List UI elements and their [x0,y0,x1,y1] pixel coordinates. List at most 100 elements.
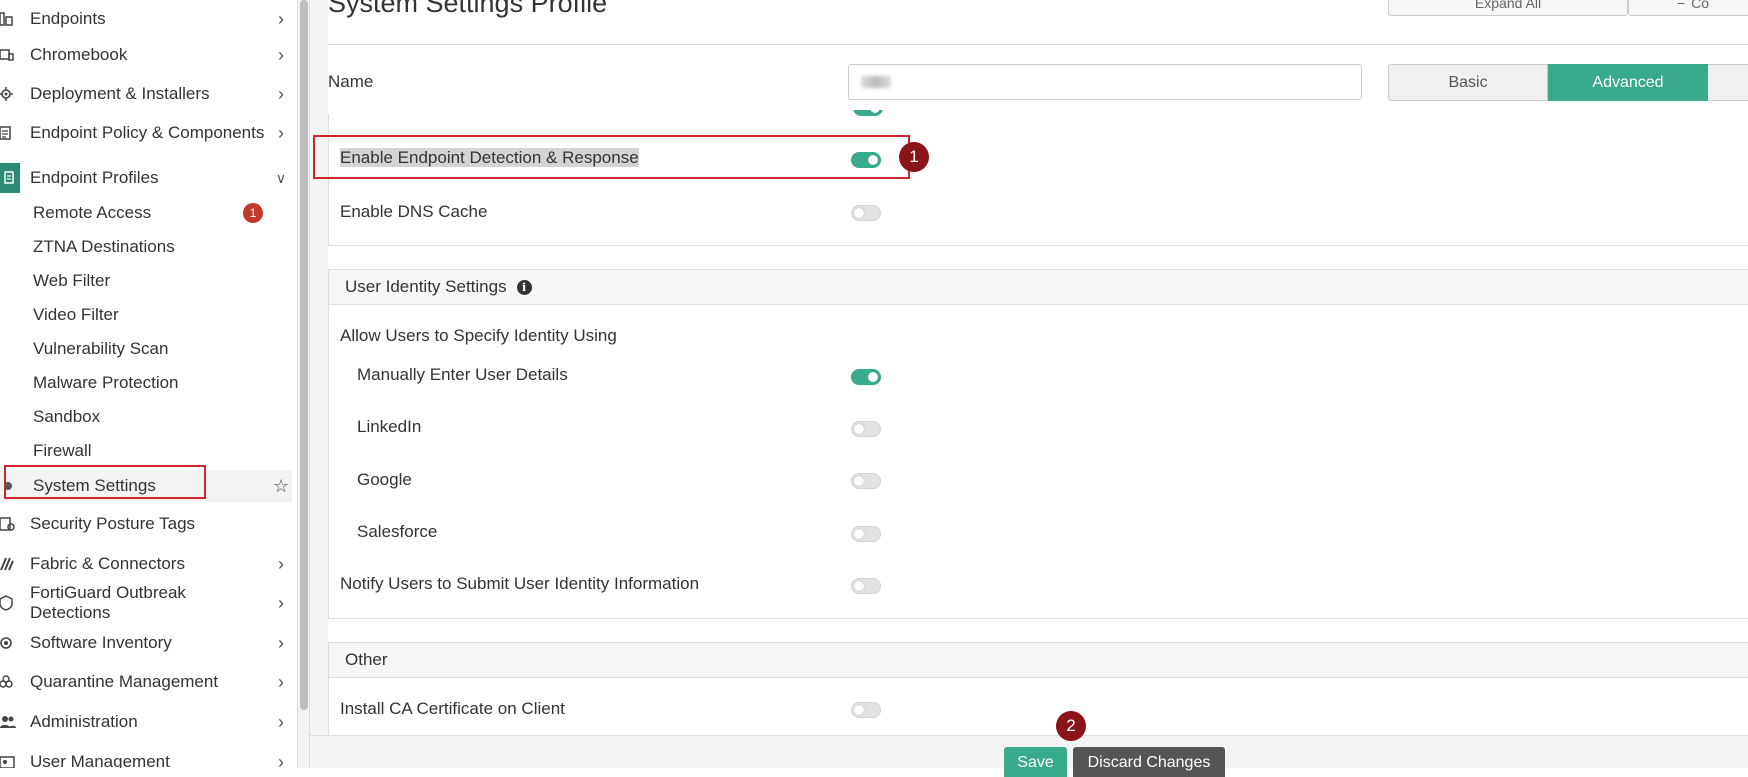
user-identity-header[interactable]: User Identity Settings i [329,270,1748,305]
linkedin-label: LinkedIn [357,417,422,436]
sidebar-item-chromebook[interactable]: Chromebook › [0,36,292,74]
sidebar-item-label: Chromebook [30,45,128,64]
sidebar-item-label: Endpoints [30,9,106,28]
other-header[interactable]: Other [329,643,1748,678]
endpoints-icon [0,11,30,27]
annotation-marker-1: 1 [899,142,929,172]
chevron-down-icon: ∨ [275,169,287,186]
sidebar-subitem-label: ZTNA Destinations [33,237,175,256]
notify-identity-toggle[interactable] [851,578,881,594]
user-card-icon [0,754,30,768]
policy-icon [0,125,30,141]
sidebar-item-quarantine[interactable]: Quarantine Management › [0,663,292,701]
sidebar-item-endpoint-profiles[interactable]: Endpoint Profiles ∨ [0,159,292,197]
salesforce-label: Salesforce [357,522,438,541]
sidebar-item-label: Fabric & Connectors [30,554,185,573]
name-input[interactable] [848,64,1362,100]
sidebar-item-label: FortiGuard Outbreak Detections [30,583,186,622]
user-identity-title: User Identity Settings [345,277,507,296]
save-button[interactable]: Save [1004,747,1067,777]
google-toggle[interactable] [851,473,881,489]
sidebar-item-label: Security Posture Tags [30,514,196,533]
dns-cache-toggle[interactable] [851,205,881,221]
page-title: System Settings Profile [328,0,608,18]
expand-all-button[interactable]: Expand All [1388,0,1628,16]
linkedin-toggle[interactable] [851,421,881,437]
tags-icon [0,516,30,532]
sidebar-item-user-management[interactable]: User Management › [0,743,292,768]
sidebar-item-label: Deployment & Installers [30,84,210,103]
sidebar-subitem-label: Remote Access [33,203,152,222]
collapse-all-button[interactable]: − Co [1628,0,1748,16]
general-settings-panel [328,114,1748,246]
chevron-right-icon: › [278,711,284,732]
mode-extra-button[interactable] [1708,64,1748,101]
sidebar-item-software-inventory[interactable]: Software Inventory › [0,624,292,662]
sidebar-item-endpoints[interactable]: Endpoints › [0,0,292,38]
user-identity-panel [328,269,1748,619]
dns-cache-label: Enable DNS Cache [340,202,488,221]
sidebar-item-label: Quarantine Management [30,672,219,691]
gear-icon [0,86,30,102]
chevron-right-icon: › [278,44,284,65]
sidebar-subitem-video-filter[interactable]: Video Filter [33,300,288,330]
manual-details-toggle[interactable] [851,369,881,385]
other-title: Other [345,650,388,669]
star-icon[interactable]: ☆ [273,476,289,497]
outbreak-icon [0,595,30,611]
sidebar-subitem-firewall[interactable]: Firewall [33,436,288,466]
users-icon [0,714,30,730]
chevron-right-icon: › [278,122,284,143]
sidebar-subitem-label: Video Filter [33,305,119,324]
sidebar-item-deployment[interactable]: Deployment & Installers › [0,75,292,113]
inventory-icon [0,635,30,651]
chevron-right-icon: › [278,671,284,692]
divider [328,44,1748,45]
sidebar-item-administration[interactable]: Administration › [0,703,292,741]
sidebar-item-fabric-connectors[interactable]: Fabric & Connectors › [0,545,292,583]
sidebar-item-label: Administration [30,712,138,731]
highlight-system-settings [4,465,206,499]
redacted-name [861,76,891,88]
sidebar-subitem-label: Web Filter [33,271,111,290]
fabric-icon [0,556,30,572]
chevron-right-icon: › [278,751,284,769]
sidebar-item-fortiguard-outbreak[interactable]: FortiGuard Outbreak Detections › [0,583,292,622]
sidebar-item-label: Endpoint Profiles [30,168,159,187]
sidebar-subitem-web-filter[interactable]: Web Filter [33,266,288,296]
discard-changes-button[interactable]: Discard Changes [1073,747,1225,777]
sidebar-item-security-posture-tags[interactable]: Security Posture Tags › [0,505,292,543]
google-label: Google [357,470,412,489]
sidebar-subitem-sandbox[interactable]: Sandbox [33,402,288,432]
manual-details-label: Manually Enter User Details [357,365,568,384]
sidebar-item-label: Software Inventory [30,633,172,652]
sidebar-subitem-malware-protection[interactable]: Malware Protection [33,368,288,398]
chevron-right-icon: › [278,83,284,104]
sidebar-item-endpoint-policy[interactable]: Endpoint Policy & Components › [0,114,292,152]
sidebar-subitem-label: Sandbox [33,407,101,426]
mode-advanced-button[interactable]: Advanced [1548,64,1708,101]
sidebar-subitem-vulnerability-scan[interactable]: Vulnerability Scan [33,334,288,364]
notification-badge: 1 [243,203,263,223]
sidebar-subitem-label: Vulnerability Scan [33,339,169,358]
sidebar-scrollbar-thumb[interactable] [300,0,308,710]
annotation-marker-2: 2 [1056,711,1086,741]
chevron-right-icon: › [278,553,284,574]
sidebar-item-label: User Management [30,752,170,768]
sidebar-subitem-label: Malware Protection [33,373,179,392]
notify-identity-label: Notify Users to Submit User Identity Inf… [340,574,700,593]
info-icon[interactable]: i [516,279,532,295]
sidebar-subitem-label: Firewall [33,441,92,460]
profiles-icon [0,163,30,193]
mode-basic-button[interactable]: Basic [1388,64,1548,101]
sidebar-item-label: Endpoint Policy & Components [30,123,265,142]
allow-identity-label: Allow Users to Specify Identity Using [340,326,617,345]
highlight-edr [313,135,910,179]
sidebar-nav: Endpoints › Chromebook › Deployment & In… [0,0,298,768]
name-label: Name [328,72,374,91]
ca-certificate-toggle[interactable] [851,702,881,718]
collapse-icon: − [1676,0,1686,11]
collapse-label: Co [1691,0,1710,11]
salesforce-toggle[interactable] [851,526,881,542]
sidebar-subitem-ztna[interactable]: ZTNA Destinations [33,232,288,262]
